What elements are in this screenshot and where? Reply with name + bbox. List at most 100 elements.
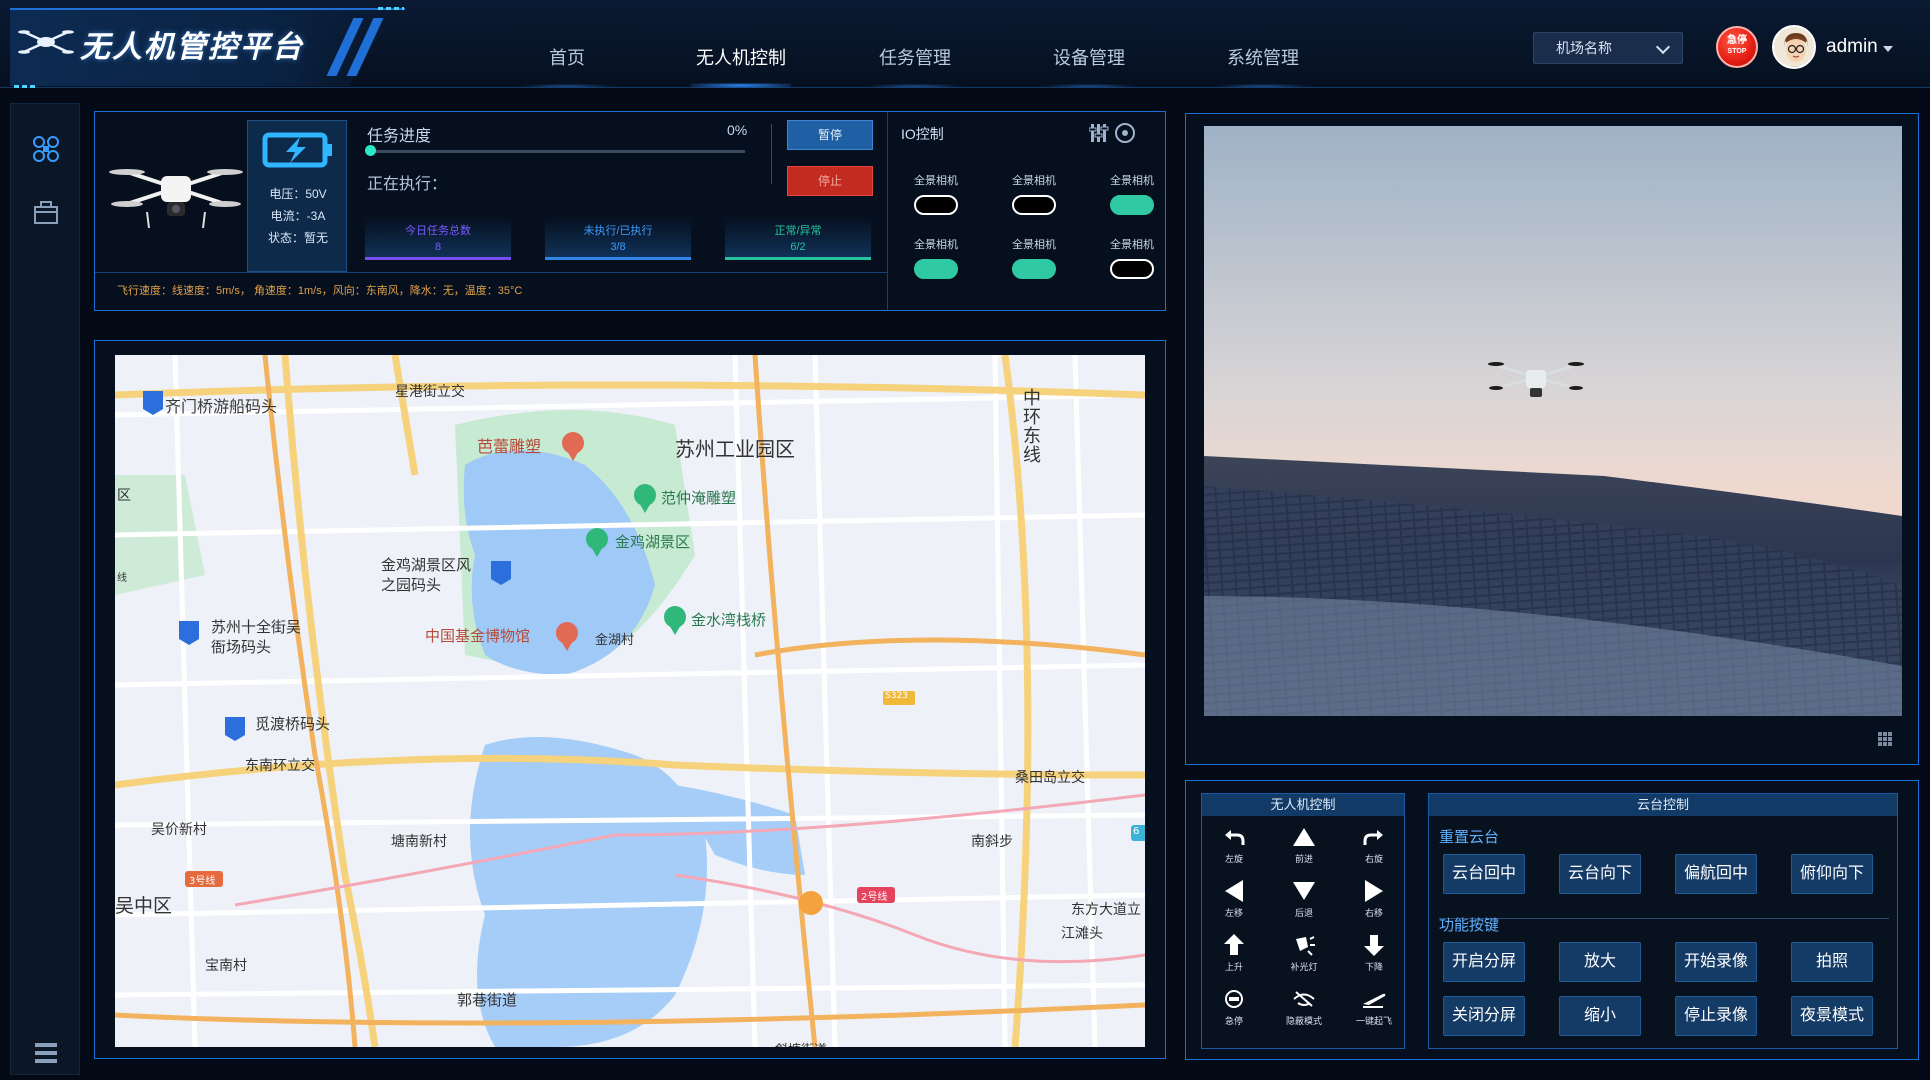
io-toggle-switch[interactable] xyxy=(914,259,958,279)
progress-title: 任务进度 xyxy=(367,128,432,145)
chevron-down-icon xyxy=(1655,39,1671,55)
backward-button[interactable]: 后退 xyxy=(1274,878,1334,919)
function-keys-title: 功能按键 xyxy=(1439,917,1500,934)
io-toggle-item: 全景相机 xyxy=(1097,172,1167,215)
io-toggle-label: 全景相机 xyxy=(914,175,958,187)
drone-estop-button[interactable]: 急停 xyxy=(1204,986,1264,1027)
io-title: IO控制 xyxy=(901,126,944,142)
stat-label: 正常/异常 xyxy=(774,225,822,237)
split-screen-on-button[interactable]: 开启分屏 xyxy=(1443,942,1525,982)
map-label: S323 xyxy=(885,691,908,701)
drone-control-label: 隐蔽模式 xyxy=(1285,1016,1322,1026)
io-toggle-label: 全景相机 xyxy=(1012,175,1056,187)
menu-icon[interactable] xyxy=(31,1038,61,1068)
pitch-down-button[interactable]: 俯仰向下 xyxy=(1791,854,1873,894)
map-panel: 齐门桥游船码头 星港街立交 芭蕾雕塑 苏州工业园区 中环东线 范仲淹雕塑 金鸡湖… xyxy=(94,340,1166,1059)
map-label: 郭巷街道 xyxy=(457,991,518,1009)
map-view[interactable]: 齐门桥游船码头 星港街立交 芭蕾雕塑 苏州工业园区 中环东线 范仲淹雕塑 金鸡湖… xyxy=(115,355,1145,1047)
map-label: 吴中区 xyxy=(115,895,173,917)
stat-bar xyxy=(725,257,871,260)
nav-home[interactable]: 首页 xyxy=(480,36,654,88)
map-label: 星港街立交 xyxy=(395,384,465,400)
username[interactable]: admin xyxy=(1826,36,1878,58)
drone-control-label: 补光灯 xyxy=(1290,962,1318,972)
night-mode-button[interactable]: 夜景模式 xyxy=(1791,996,1873,1036)
one-click-takeoff-button[interactable]: 一键起飞 xyxy=(1344,986,1404,1027)
map-label: 中国基金博物馆 xyxy=(425,627,531,645)
rotate-right-button[interactable]: 右旋 xyxy=(1344,824,1404,865)
voltage-text: 电压：50V xyxy=(269,187,327,201)
drone-control-label: 一键起飞 xyxy=(1355,1016,1392,1026)
main-nav: 首页 无人机控制 任务管理 设备管理 系统管理 xyxy=(480,36,1350,88)
executing-label: 正在执行： xyxy=(367,176,448,193)
split-screen-off-button[interactable]: 关闭分屏 xyxy=(1443,996,1525,1036)
drone-control-label: 左移 xyxy=(1224,908,1243,918)
dock-icon[interactable] xyxy=(31,198,61,228)
rotate-left-button[interactable]: 左旋 xyxy=(1204,824,1264,865)
drone-icon[interactable] xyxy=(31,134,61,164)
nav-drone-control[interactable]: 无人机控制 xyxy=(654,36,828,88)
grid-layout-icon[interactable] xyxy=(1878,732,1892,746)
logo-dots xyxy=(14,85,38,88)
video-feed[interactable] xyxy=(1204,126,1902,716)
nav-underline xyxy=(517,84,617,88)
emergency-stop-button[interactable]: 急停 STOP xyxy=(1716,26,1758,68)
map-label: 金鸡湖景区 xyxy=(615,533,691,551)
hidden-mode-button[interactable]: 隐蔽模式 xyxy=(1274,986,1334,1027)
nav-task-management[interactable]: 任务管理 xyxy=(828,36,1002,88)
status-panel: 电压：50V 电流：-3A 状态：暂无 任务进度 0% 正在执行： 暂停 停止 … xyxy=(94,111,1166,311)
pause-button[interactable]: 暂停 xyxy=(787,120,873,150)
descend-button[interactable]: 下降 xyxy=(1344,932,1404,973)
drone-control-label: 下降 xyxy=(1364,962,1383,972)
gimbal-down-button[interactable]: 云台向下 xyxy=(1559,854,1641,894)
move-left-button[interactable]: 左移 xyxy=(1204,878,1264,919)
io-settings-icons[interactable] xyxy=(1089,122,1137,144)
reset-gimbal-title: 重置云台 xyxy=(1439,829,1500,846)
takeoff-icon xyxy=(1363,993,1386,1008)
take-photo-button[interactable]: 拍照 xyxy=(1791,942,1873,982)
io-toggle-item: 全景相机 xyxy=(1097,236,1167,279)
io-toggle-switch[interactable] xyxy=(1012,259,1056,279)
avatar[interactable] xyxy=(1772,25,1816,69)
start-recording-button[interactable]: 开始录像 xyxy=(1675,942,1757,982)
stat-value: 8 xyxy=(434,241,442,253)
io-toggle-switch[interactable] xyxy=(1110,195,1154,215)
move-right-button[interactable]: 右移 xyxy=(1344,878,1404,919)
caret-down-icon[interactable] xyxy=(1883,46,1893,52)
io-toggle-item: 全景相机 xyxy=(901,236,971,279)
stat-label: 未执行/已执行 xyxy=(583,225,653,237)
stop-recording-button[interactable]: 停止录像 xyxy=(1675,996,1757,1036)
io-toggle-label: 全景相机 xyxy=(1110,239,1154,251)
battery-box: 电压：50V 电流：-3A 状态：暂无 xyxy=(247,120,347,272)
nav-system-management[interactable]: 系统管理 xyxy=(1176,36,1350,88)
map-label: 斜塘街道 xyxy=(775,1039,827,1047)
map-label: 苏州工业园区 xyxy=(675,437,795,461)
io-toggle-switch[interactable] xyxy=(1012,195,1056,215)
nav-device-management[interactable]: 设备管理 xyxy=(1002,36,1176,88)
airport-select[interactable]: 机场名称 xyxy=(1533,32,1683,64)
light-icon xyxy=(1296,936,1315,956)
zoom-in-button[interactable]: 放大 xyxy=(1559,942,1641,982)
nav-underline xyxy=(1039,84,1139,88)
zoom-out-button[interactable]: 缩小 xyxy=(1559,996,1641,1036)
stop-icon xyxy=(1225,990,1243,1008)
stat-label: 今日任务总数 xyxy=(405,225,471,237)
fill-light-button[interactable]: 补光灯 xyxy=(1274,932,1334,973)
avatar-face-icon xyxy=(1774,27,1814,67)
io-toggle-item: 全景相机 xyxy=(999,236,1069,279)
forward-button[interactable]: 前进 xyxy=(1274,824,1334,865)
divider xyxy=(771,124,772,184)
io-toggle-switch[interactable] xyxy=(1110,259,1154,279)
app-title: 无人机管控平台 xyxy=(80,30,304,65)
ascend-button[interactable]: 上升 xyxy=(1204,932,1264,973)
airport-select-value: 机场名称 xyxy=(1556,40,1612,56)
video-panel xyxy=(1185,113,1919,765)
triangle-right-icon xyxy=(1365,880,1383,902)
nav-home-label: 首页 xyxy=(549,48,585,68)
map-label: 区 xyxy=(117,488,131,504)
gimbal-center-button[interactable]: 云台回中 xyxy=(1443,854,1525,894)
yaw-center-button[interactable]: 偏航回中 xyxy=(1675,854,1757,894)
stop-button[interactable]: 停止 xyxy=(787,166,873,196)
io-toggle-switch[interactable] xyxy=(914,195,958,215)
progress-track xyxy=(369,150,745,153)
